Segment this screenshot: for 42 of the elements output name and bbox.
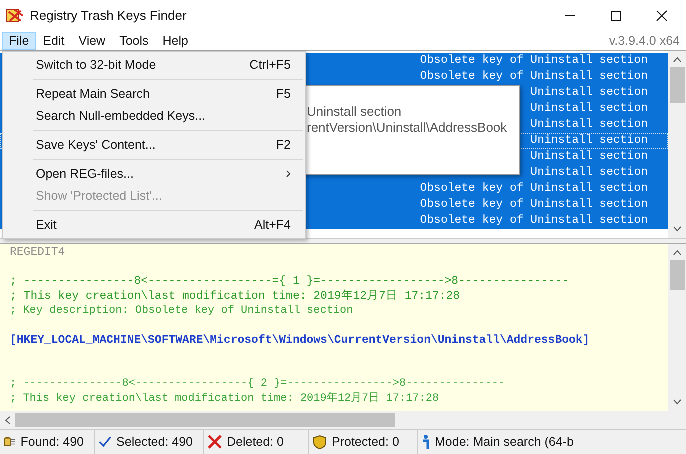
menu-item[interactable]: Tools xyxy=(112,32,156,50)
scroll-thumb[interactable] xyxy=(15,413,395,428)
status-text: Selected: 490 xyxy=(116,435,193,450)
menu-entry[interactable]: Repeat Main Search F5 xyxy=(3,82,305,105)
scrollbar[interactable] xyxy=(0,411,686,430)
reg-line: ; This key creation\last modification time: 2019年12月7日 17:17:28 xyxy=(10,290,462,304)
menu-item[interactable]: File xyxy=(2,32,36,50)
status-text: Protected: 0 xyxy=(332,435,400,450)
cross-icon xyxy=(208,435,222,450)
menu-item[interactable]: Help xyxy=(156,32,196,50)
scroll-up-icon[interactable] xyxy=(672,250,682,256)
scroll-down-icon[interactable] xyxy=(672,226,682,232)
status-text: Deleted: 0 xyxy=(227,435,284,450)
menu-item[interactable]: View xyxy=(72,32,113,50)
reg-line: ; This key creation\last modification time: 2019年12月7日 17:17:28 xyxy=(10,392,440,407)
maximize-icon[interactable] xyxy=(610,10,622,22)
reg-line: ; ----------------8<------------------={ 1 }=------------------>8---------------- xyxy=(10,275,570,290)
tooltip-text: Uninstall section xyxy=(306,104,403,120)
reg-line: [HKEY_LOCAL_MACHINE\SOFTWARE\Microsoft\Windows\CurrentVersion\Uninstall\AddressBook] xyxy=(10,334,591,348)
window-title: Registry Trash Keys Finder xyxy=(30,8,187,24)
tooltip-text: rentVersion\Uninstall\AddressBook xyxy=(306,120,508,136)
reg-line: REGEDIT4 xyxy=(10,246,66,261)
check-icon xyxy=(99,435,112,450)
scroll-up-icon[interactable] xyxy=(672,56,682,63)
scrollbar[interactable] xyxy=(668,244,686,412)
status-text: Found: 490 xyxy=(20,435,84,450)
reg-line: ; Key description: Obsolete key of Uninstall section xyxy=(10,304,354,319)
scrollbar[interactable] xyxy=(668,50,686,238)
app-icon xyxy=(6,8,24,24)
menu-entry[interactable]: Search Null-embedded Keys... xyxy=(3,104,305,127)
scroll-left-icon[interactable] xyxy=(5,416,11,425)
menu-entry[interactable]: Save Keys' Content... F2 xyxy=(3,134,305,156)
menu-item[interactable]: Edit xyxy=(36,32,72,50)
version-label: v.3.9.4.0 x64 xyxy=(609,34,681,48)
scroll-down-icon[interactable] xyxy=(672,399,682,406)
scroll-thumb[interactable] xyxy=(670,260,684,290)
info-icon xyxy=(422,434,430,450)
status-text: Mode: Main search (64-b xyxy=(435,435,574,450)
scroll-thumb[interactable] xyxy=(670,66,684,103)
reg-line: ; ---------------8<-----------------{ 2 }=---------------->8--------------- xyxy=(10,377,506,392)
shield-icon xyxy=(313,434,327,450)
close-icon[interactable] xyxy=(656,10,668,22)
